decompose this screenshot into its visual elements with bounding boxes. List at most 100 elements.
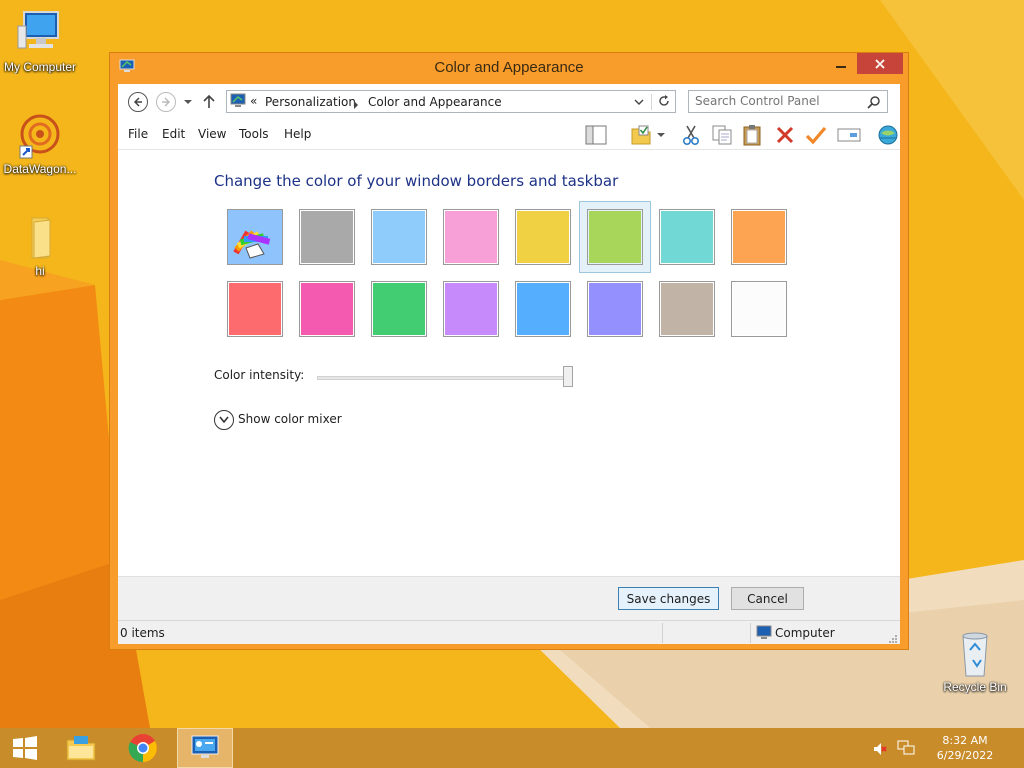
internet-options-button[interactable]	[876, 123, 900, 147]
scissors-icon	[682, 125, 700, 146]
up-button[interactable]	[202, 94, 216, 110]
desktop-icon-label: hi	[35, 264, 45, 278]
chevron-down-icon	[219, 416, 229, 424]
color-swatch[interactable]	[371, 281, 427, 337]
navigation-bar: « Personalization Color and Appearance	[118, 84, 900, 120]
color-swatch[interactable]	[443, 209, 499, 265]
color-swatch-fill	[373, 211, 425, 263]
color-swatch[interactable]	[659, 209, 715, 265]
close-button[interactable]	[857, 53, 903, 74]
menu-bar: File Edit View Tools Help	[118, 120, 900, 150]
volume-muted-icon[interactable]	[872, 741, 888, 760]
menu-tools[interactable]: Tools	[239, 127, 269, 141]
folder-check-icon	[631, 125, 651, 145]
address-dropdown-button[interactable]	[633, 96, 645, 111]
color-swatch-fill	[517, 283, 569, 335]
color-intensity-slider-thumb[interactable]	[563, 366, 573, 387]
status-divider	[662, 623, 663, 643]
color-intensity-slider-track[interactable]	[317, 376, 573, 380]
color-swatch[interactable]	[299, 209, 355, 265]
menu-file[interactable]: File	[128, 127, 148, 141]
show-color-mixer-link[interactable]: Show color mixer	[238, 412, 342, 426]
cancel-button[interactable]: Cancel	[731, 587, 804, 610]
copy-icon	[712, 125, 732, 145]
taskbar-clock[interactable]: 8:32 AM 6/29/2022	[925, 733, 1005, 763]
recent-locations-button[interactable]	[182, 96, 194, 108]
desktop-icon-hi-folder[interactable]: hi	[0, 214, 80, 278]
forward-button[interactable]	[156, 92, 176, 112]
folder-options-button[interactable]	[629, 123, 653, 147]
color-swatch-fill	[733, 283, 785, 335]
address-bar[interactable]: « Personalization Color and Appearance	[226, 90, 676, 113]
minimize-button[interactable]	[826, 53, 855, 74]
back-arrow-icon	[133, 97, 142, 107]
color-swatch[interactable]	[371, 209, 427, 265]
color-swatch[interactable]	[587, 281, 643, 337]
color-swatch-fill	[445, 283, 497, 335]
resize-grip-icon[interactable]	[888, 633, 898, 647]
delete-x-icon	[776, 126, 794, 144]
file-explorer-icon	[66, 736, 96, 761]
status-location: Computer	[775, 626, 835, 640]
up-arrow-icon	[203, 94, 215, 108]
properties-button[interactable]	[804, 123, 828, 147]
color-appearance-window: Color and Appearance « Personalization C…	[109, 52, 909, 650]
color-intensity-label: Color intensity:	[214, 368, 305, 382]
cut-button[interactable]	[679, 123, 703, 147]
color-swatch[interactable]	[515, 281, 571, 337]
folder-icon	[16, 214, 64, 262]
preview-pane-icon	[585, 125, 607, 145]
color-swatch-fill	[589, 283, 641, 335]
taskbar-file-explorer[interactable]	[53, 728, 109, 768]
back-button[interactable]	[128, 92, 148, 112]
color-swatch[interactable]	[443, 281, 499, 337]
breadcrumb-personalization[interactable]: Personalization	[265, 95, 356, 109]
start-button[interactable]	[0, 728, 50, 768]
desktop-icon-datawagon[interactable]: DataWagon...	[0, 112, 80, 176]
color-swatch[interactable]	[659, 281, 715, 337]
save-changes-button[interactable]: Save changes	[618, 587, 719, 610]
copy-button[interactable]	[710, 123, 734, 147]
color-swatch[interactable]	[299, 281, 355, 337]
breadcrumb-overflow[interactable]: «	[250, 94, 257, 108]
status-divider	[750, 623, 751, 643]
folder-options-dropdown[interactable]	[654, 123, 668, 147]
desktop-icon-label: DataWagon...	[3, 162, 77, 176]
delete-button[interactable]	[773, 123, 797, 147]
desktop-icon-my-computer[interactable]: My Computer	[0, 10, 80, 74]
color-swatch-fill	[661, 211, 713, 263]
custom-color-swatch[interactable]	[227, 209, 283, 265]
page-heading: Change the color of your window borders …	[214, 172, 619, 190]
preview-pane-button[interactable]	[584, 123, 608, 147]
rename-button[interactable]	[837, 123, 861, 147]
search-box[interactable]	[688, 90, 888, 113]
color-swatch-fill	[661, 283, 713, 335]
clock-time: 8:32 AM	[942, 734, 988, 747]
menu-edit[interactable]: Edit	[162, 127, 185, 141]
title-bar[interactable]: Color and Appearance	[110, 53, 908, 83]
color-swatch[interactable]	[515, 209, 571, 265]
forward-arrow-icon	[162, 97, 171, 107]
show-color-mixer-button[interactable]	[214, 410, 234, 430]
color-swatch-fill	[445, 211, 497, 263]
color-swatch[interactable]	[731, 281, 787, 337]
control-panel-icon	[191, 735, 219, 758]
refresh-button[interactable]	[651, 94, 673, 110]
color-swatch[interactable]	[227, 281, 283, 337]
color-swatch[interactable]	[731, 209, 787, 265]
taskbar-chrome[interactable]	[115, 728, 171, 768]
taskbar-control-panel[interactable]	[177, 728, 233, 768]
menu-help[interactable]: Help	[284, 127, 311, 141]
breadcrumb-color-appearance[interactable]: Color and Appearance	[368, 95, 502, 109]
windows-logo-icon	[13, 736, 37, 760]
monitor-icon	[16, 10, 64, 58]
network-icon[interactable]	[897, 740, 915, 759]
menu-view[interactable]: View	[198, 127, 226, 141]
desktop-icon-recycle-bin[interactable]: Recycle Bin	[935, 630, 1015, 694]
color-palette-icon	[228, 210, 282, 264]
color-swatch[interactable]	[587, 209, 643, 265]
search-icon[interactable]	[867, 95, 881, 112]
search-input[interactable]	[695, 94, 855, 108]
color-swatch-fill	[373, 283, 425, 335]
paste-button[interactable]	[740, 123, 764, 147]
